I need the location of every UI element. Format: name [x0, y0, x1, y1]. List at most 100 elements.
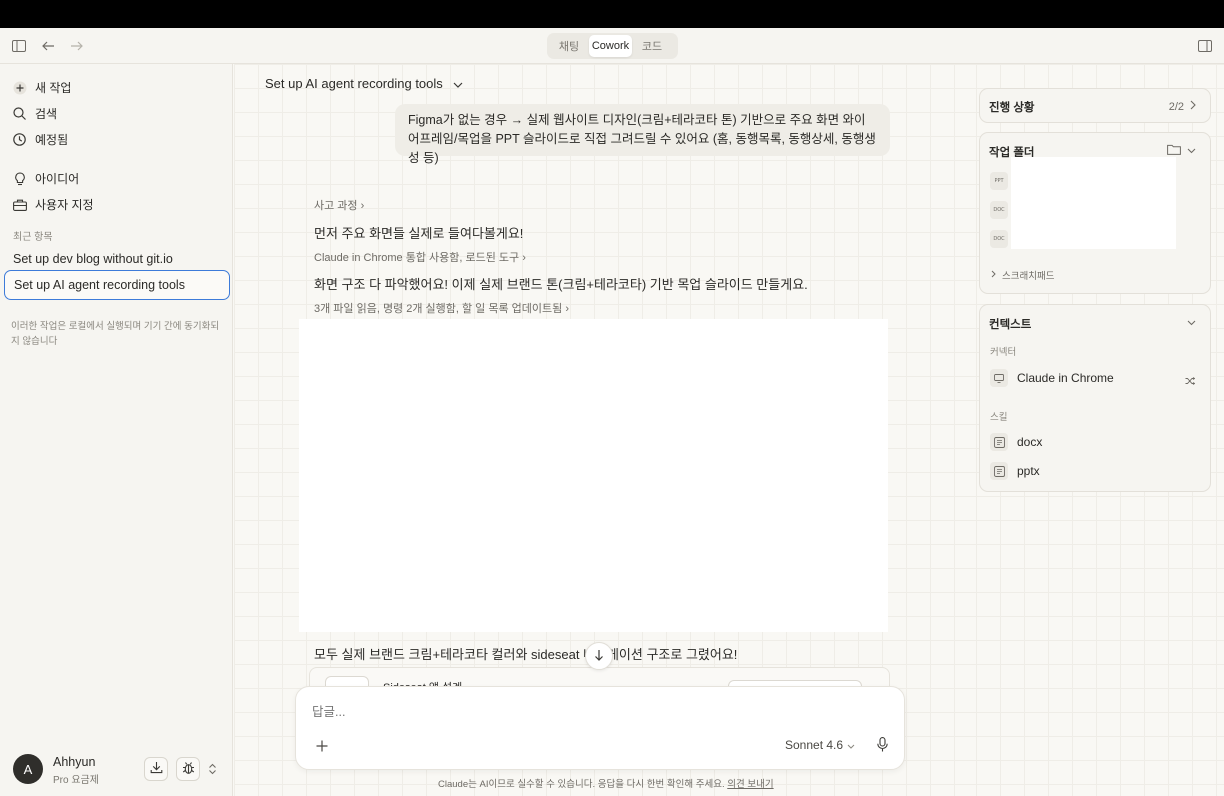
- skill-item[interactable]: docx: [990, 433, 1042, 451]
- recent-section-label: 최근 항목: [13, 232, 53, 243]
- expand-chevron-icon[interactable]: [208, 763, 217, 778]
- sidebar-item-customize[interactable]: 사용자 지정: [12, 196, 94, 213]
- sidebar-toggle-icon[interactable]: [10, 37, 28, 55]
- sidebar-item-search[interactable]: 검색: [12, 105, 57, 122]
- chevron-down-icon: [1187, 317, 1196, 329]
- bug-report-button[interactable]: [176, 757, 200, 781]
- document-icon: [990, 433, 1008, 451]
- sidebar-item-new-task[interactable]: 새 작업: [12, 79, 71, 96]
- microphone-button[interactable]: [872, 736, 892, 756]
- chevron-right-icon: ›: [360, 200, 365, 212]
- doc-file-icon[interactable]: DOC: [990, 230, 1008, 248]
- thought-process-toggle[interactable]: 사고 과정 ›: [314, 197, 364, 213]
- sidebar-item-label: 새 작업: [35, 81, 72, 95]
- chevron-down-icon: [453, 76, 463, 91]
- connectors-label: 커넥터: [990, 347, 1017, 358]
- clock-icon: [12, 132, 27, 147]
- user-plan: Pro 요금제: [53, 775, 99, 786]
- user-name: Ahhyun: [53, 755, 96, 769]
- sidebar-item-label: 사용자 지정: [35, 198, 94, 212]
- download-icon: [150, 761, 163, 777]
- response-line: 화면 구조 다 파악했어요! 이제 실제 브랜드 톤(크림+테라코타) 기반 목…: [314, 277, 808, 292]
- file-list-preview: [1011, 157, 1176, 249]
- reply-input[interactable]: [312, 705, 772, 719]
- chevron-right-icon: [991, 270, 996, 281]
- skill-name: docx: [1017, 435, 1043, 449]
- download-button[interactable]: [144, 757, 168, 781]
- connector-item[interactable]: Claude in Chrome: [990, 369, 1114, 387]
- model-name: Sonnet 4.6: [785, 738, 844, 752]
- microphone-icon: [876, 737, 888, 755]
- sync-note: 이러한 작업은 로컬에서 실행되며 기기 간에 동기화되지 않습니다: [11, 321, 220, 347]
- mode-switcher: 채팅 Cowork 코드: [547, 33, 678, 59]
- plus-icon: [12, 80, 27, 95]
- attach-button[interactable]: [312, 737, 332, 757]
- skill-name: pptx: [1017, 464, 1040, 478]
- shuffle-icon[interactable]: [1185, 373, 1196, 388]
- tool-usage-label: Claude in Chrome 통합 사용함, 로드된 도구: [314, 252, 520, 264]
- doc-file-icon[interactable]: DOC: [990, 201, 1008, 219]
- forward-arrow-icon[interactable]: [67, 37, 85, 55]
- chevron-down-icon: [847, 738, 855, 752]
- chevron-right-icon: ›: [565, 303, 569, 315]
- response-line: 모두 실제 브랜드 크림+테라코타 컬러와 sideseat 네비게이션 구조로…: [314, 647, 738, 662]
- briefcase-icon: [12, 197, 27, 212]
- ppt-file-icon[interactable]: PPT: [990, 172, 1008, 190]
- recent-item-active[interactable]: Set up AI agent recording tools: [4, 270, 230, 300]
- skill-item[interactable]: pptx: [990, 462, 1040, 480]
- arrow-down-icon: [594, 649, 604, 664]
- right-panel: 진행 상황 2/2 작업 폴더 PPT DOC DOC 스크래치패드 컨텍스트 …: [976, 64, 1224, 796]
- monitor-icon: [990, 369, 1008, 387]
- disclaimer: Claude는 AI이므로 실수할 수 있습니다. 응답을 다시 한번 확인해 …: [438, 776, 774, 790]
- plus-icon: [316, 740, 328, 755]
- tab-cowork[interactable]: Cowork: [589, 35, 632, 57]
- composer: Sonnet 4.6: [295, 686, 905, 770]
- bug-icon: [182, 761, 195, 778]
- skills-label: 스킬: [990, 412, 1008, 423]
- tool-usage-summary[interactable]: 3개 파일 읽음, 명령 2개 실행함, 할 일 목록 업데이트됨 ›: [314, 300, 569, 316]
- connector-name: Claude in Chrome: [1017, 371, 1114, 385]
- artifact-card[interactable]: Sideseat 앱 설계: [309, 667, 890, 687]
- chevron-right-icon: ›: [522, 252, 526, 264]
- sidebar-item-label: 예정됨: [35, 133, 69, 147]
- sidebar-item-scheduled[interactable]: 예정됨: [12, 131, 68, 148]
- window-top-bar: [0, 0, 1224, 28]
- sidebar-item-label: 검색: [35, 107, 58, 121]
- avatar: A: [13, 754, 43, 784]
- folder-actions: [1167, 144, 1196, 158]
- title-bar: 채팅 Cowork 코드: [0, 28, 1224, 64]
- context-card: 컨텍스트 커넥터 Claude in Chrome 스킬 docx pptx: [979, 304, 1211, 492]
- artifact-preview: [299, 319, 888, 632]
- tab-code[interactable]: 코드: [632, 35, 672, 57]
- progress-card[interactable]: 진행 상황 2/2: [979, 88, 1211, 123]
- scratchpad-toggle[interactable]: 스크래치패드: [991, 268, 1054, 282]
- folder-icon[interactable]: [1167, 144, 1181, 158]
- chat-title[interactable]: Set up AI agent recording tools: [265, 76, 463, 91]
- progress-count: 2/2: [1169, 100, 1196, 113]
- sidebar-item-label: 아이디어: [35, 172, 80, 186]
- sidebar: 새 작업 검색 예정됨 아이디어 사용자 지정 최근 항목 Set up dev…: [0, 64, 233, 796]
- scroll-down-button[interactable]: [585, 642, 613, 670]
- right-panel-toggle-icon[interactable]: [1196, 37, 1214, 55]
- model-selector[interactable]: Sonnet 4.6: [785, 738, 855, 752]
- feedback-link[interactable]: 의견 보내기: [727, 779, 773, 790]
- back-arrow-icon[interactable]: [39, 37, 57, 55]
- context-collapse[interactable]: [1187, 317, 1196, 329]
- sidebar-item-ideas[interactable]: 아이디어: [12, 170, 79, 187]
- context-title: 컨텍스트: [989, 319, 1032, 331]
- disclaimer-text: Claude는 AI이므로 실수할 수 있습니다. 응답을 다시 한번 확인해 …: [438, 779, 725, 790]
- document-icon: [990, 462, 1008, 480]
- user-profile[interactable]: A Ahhyun Pro 요금제: [13, 754, 99, 786]
- chat-title-text: Set up AI agent recording tools: [265, 76, 443, 91]
- lightbulb-icon: [12, 171, 27, 186]
- chevron-down-icon[interactable]: [1187, 145, 1196, 157]
- progress-title: 진행 상황: [989, 102, 1035, 114]
- tool-usage-label: 3개 파일 읽음, 명령 2개 실행함, 할 일 목록 업데이트됨: [314, 303, 563, 315]
- search-icon: [12, 106, 27, 121]
- tab-chat[interactable]: 채팅: [549, 35, 589, 57]
- scratchpad-label: 스크래치패드: [1002, 271, 1055, 282]
- tool-usage-summary[interactable]: Claude in Chrome 통합 사용함, 로드된 도구 ›: [314, 249, 526, 265]
- response-line: 먼저 주요 화면들 실제로 들여다볼게요!: [314, 226, 524, 241]
- progress-count-text: 2/2: [1168, 100, 1184, 113]
- chevron-right-icon: [1190, 100, 1196, 113]
